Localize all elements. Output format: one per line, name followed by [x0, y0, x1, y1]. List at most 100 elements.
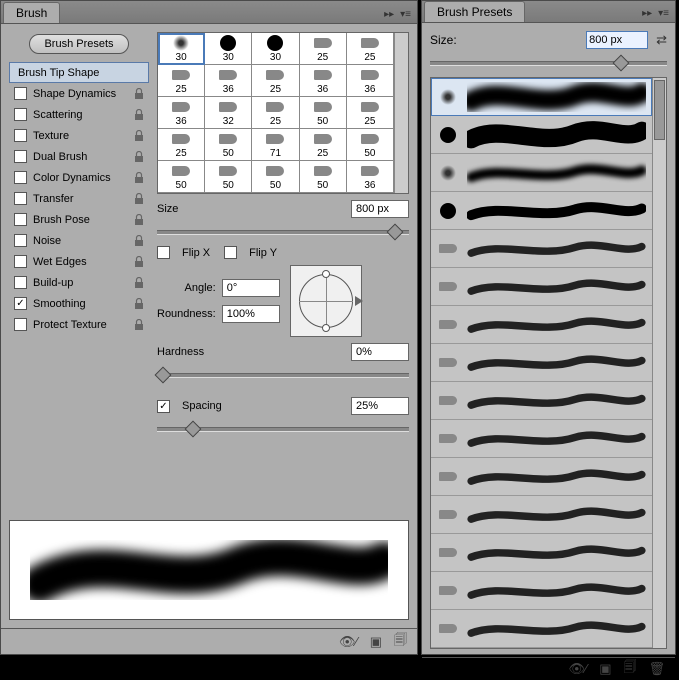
- new-brush-icon[interactable]: ▣: [370, 634, 382, 650]
- preset-item[interactable]: [431, 78, 652, 116]
- brush-tip-icon: [361, 130, 379, 148]
- option-smoothing[interactable]: ✓Smoothing: [9, 293, 149, 314]
- brush-presets-button[interactable]: Brush Presets: [29, 34, 128, 54]
- toggle-preview-icon[interactable]: 👁⁄: [339, 634, 358, 650]
- flip-y-checkbox[interactable]: [224, 246, 237, 259]
- brush-tip-cell[interactable]: 36: [347, 161, 394, 193]
- option-shape-dynamics[interactable]: Shape Dynamics: [9, 83, 149, 104]
- brush-tip-cell[interactable]: 25: [158, 129, 205, 161]
- option-scattering[interactable]: Scattering: [9, 104, 149, 125]
- toggle-preview-icon[interactable]: 👁⁄: [569, 661, 588, 677]
- hardness-slider[interactable]: [157, 367, 409, 383]
- preset-tip-icon: [437, 586, 459, 595]
- option-dual-brush[interactable]: Dual Brush: [9, 146, 149, 167]
- brush-tip-cell[interactable]: 36: [300, 65, 347, 97]
- brush-tip-cell[interactable]: 25: [300, 33, 347, 65]
- brush-tip-cell[interactable]: 71: [252, 129, 299, 161]
- brush-grid-scrollbar[interactable]: [394, 33, 408, 193]
- preset-item[interactable]: [431, 382, 652, 420]
- brush-tip-cell[interactable]: 30: [205, 33, 252, 65]
- roundness-input[interactable]: [222, 305, 280, 323]
- brush-tip-cell[interactable]: 50: [347, 129, 394, 161]
- option-checkbox[interactable]: [14, 87, 27, 100]
- option-checkbox[interactable]: [14, 234, 27, 247]
- preset-size-slider[interactable]: [430, 55, 667, 71]
- brush-tip-cell[interactable]: 32: [205, 97, 252, 129]
- brush-tip-cell[interactable]: 25: [252, 97, 299, 129]
- preset-item[interactable]: [431, 458, 652, 496]
- brush-tip-cell[interactable]: 50: [205, 161, 252, 193]
- flip-x-checkbox[interactable]: [157, 246, 170, 259]
- brush-tip-cell[interactable]: 30: [158, 33, 205, 65]
- option-checkbox[interactable]: [14, 213, 27, 226]
- angle-dial[interactable]: [290, 265, 362, 337]
- preset-item[interactable]: [431, 192, 652, 230]
- hardness-input[interactable]: [351, 343, 409, 361]
- brush-tip-cell[interactable]: 36: [158, 97, 205, 129]
- option-brush-pose[interactable]: Brush Pose: [9, 209, 149, 230]
- brush-tip-cell[interactable]: 50: [205, 129, 252, 161]
- preset-item[interactable]: [431, 496, 652, 534]
- brush-tip-cell[interactable]: 50: [300, 161, 347, 193]
- option-texture[interactable]: Texture: [9, 125, 149, 146]
- option-noise[interactable]: Noise: [9, 230, 149, 251]
- option-checkbox[interactable]: [14, 129, 27, 142]
- option-checkbox[interactable]: [14, 255, 27, 268]
- size-input[interactable]: [351, 200, 409, 218]
- brush-tip-cell[interactable]: 25: [252, 65, 299, 97]
- option-color-dynamics[interactable]: Color Dynamics: [9, 167, 149, 188]
- brush-toggle-icon[interactable]: ⇄: [656, 32, 667, 48]
- brush-tip-cell[interactable]: 36: [205, 65, 252, 97]
- brush-tip-cell[interactable]: 25: [347, 33, 394, 65]
- brush-tip-cell[interactable]: 25: [158, 65, 205, 97]
- preset-size-input[interactable]: [586, 31, 648, 49]
- preset-item[interactable]: [431, 572, 652, 610]
- duplicate-icon[interactable]: 🗐: [623, 658, 636, 680]
- preset-item[interactable]: [431, 534, 652, 572]
- brush-tip-cell[interactable]: 36: [347, 65, 394, 97]
- option-checkbox[interactable]: [14, 276, 27, 289]
- spacing-input[interactable]: [351, 397, 409, 415]
- option-checkbox[interactable]: [14, 171, 27, 184]
- panel-menu-icon[interactable]: ▾≡: [658, 8, 669, 19]
- brush-tip-cell[interactable]: 50: [252, 161, 299, 193]
- preset-item[interactable]: [431, 306, 652, 344]
- preset-item[interactable]: [431, 268, 652, 306]
- preset-item[interactable]: [431, 610, 652, 648]
- new-preset-icon[interactable]: ▣: [599, 661, 611, 677]
- option-checkbox[interactable]: [14, 108, 27, 121]
- size-slider[interactable]: [157, 224, 409, 240]
- spacing-checkbox[interactable]: ✓: [157, 400, 170, 413]
- preset-item[interactable]: [431, 420, 652, 458]
- spacing-slider[interactable]: [157, 421, 409, 437]
- preset-item[interactable]: [431, 116, 652, 154]
- option-brush-tip-shape[interactable]: Brush Tip Shape: [9, 62, 149, 83]
- preset-item[interactable]: [431, 344, 652, 382]
- preset-item[interactable]: [431, 154, 652, 192]
- option-checkbox[interactable]: [14, 318, 27, 331]
- spacing-label: Spacing: [182, 400, 222, 412]
- delete-preset-icon[interactable]: 🗑: [648, 661, 665, 677]
- option-protect-texture[interactable]: Protect Texture: [9, 314, 149, 335]
- brush-tip-cell[interactable]: 30: [252, 33, 299, 65]
- collapse-icon[interactable]: ▸▸: [384, 9, 394, 20]
- brush-tip-cell[interactable]: 50: [158, 161, 205, 193]
- option-wet-edges[interactable]: Wet Edges: [9, 251, 149, 272]
- option-checkbox[interactable]: ✓: [14, 297, 27, 310]
- preset-item[interactable]: [431, 230, 652, 268]
- trash-icon[interactable]: 🗐: [394, 631, 407, 653]
- option-transfer[interactable]: Transfer: [9, 188, 149, 209]
- collapse-icon[interactable]: ▸▸: [642, 8, 652, 19]
- option-checkbox[interactable]: [14, 150, 27, 163]
- brush-tip-cell[interactable]: 50: [300, 97, 347, 129]
- angle-input[interactable]: [222, 279, 280, 297]
- option-build-up[interactable]: Build-up: [9, 272, 149, 293]
- tab-brush-presets[interactable]: Brush Presets: [424, 1, 525, 22]
- panel-menu-icon[interactable]: ▾≡: [400, 9, 411, 20]
- preset-scrollbar[interactable]: [652, 78, 666, 648]
- brush-tip-cell[interactable]: 25: [300, 129, 347, 161]
- brush-tip-cell[interactable]: 25: [347, 97, 394, 129]
- option-checkbox[interactable]: [14, 192, 27, 205]
- option-label: Build-up: [33, 277, 73, 289]
- tab-brush[interactable]: Brush: [3, 2, 60, 23]
